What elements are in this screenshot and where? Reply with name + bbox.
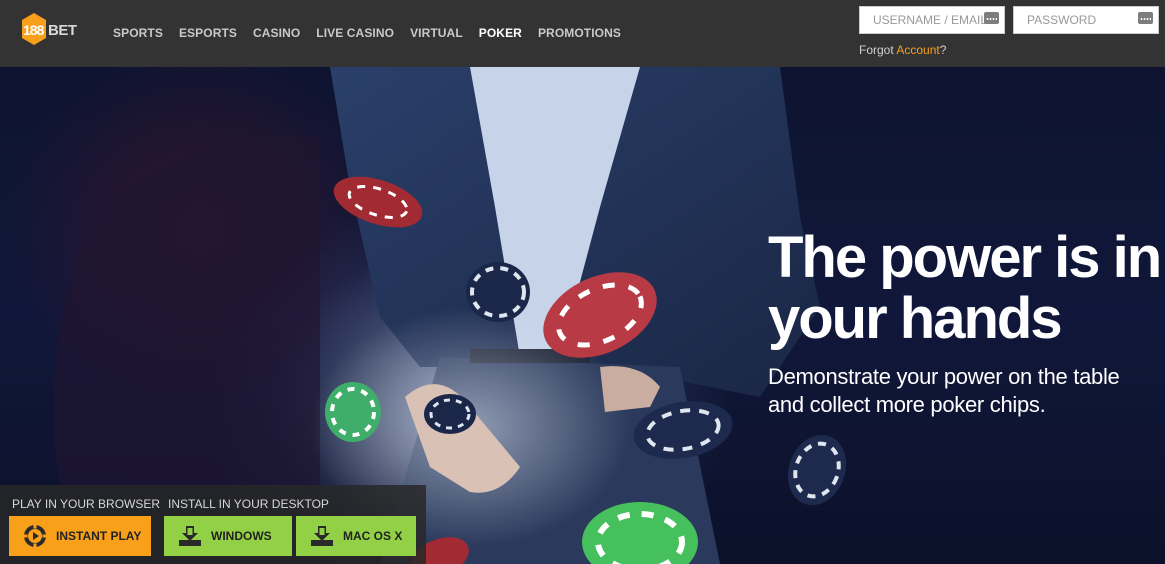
svg-text:188: 188 [23,22,45,38]
hero-banner: The power is in your hands Demonstrate y… [0,67,1165,564]
nav-promotions[interactable]: PROMOTIONS [538,26,621,40]
forgot-account-link[interactable]: Account [896,43,939,57]
hero-headline: The power is in your hands [768,227,1165,349]
username-input[interactable] [860,7,1004,33]
forgot-account: Forgot Account? [859,43,946,57]
password-field-wrapper [1013,6,1159,34]
poker-chip-green [325,382,381,442]
poker-chip-navy-small [424,394,476,434]
nav-poker[interactable]: POKER [479,26,522,40]
download-icon [179,526,201,546]
password-input[interactable] [1014,7,1158,33]
mac-download-button[interactable]: MAC OS X [296,516,416,556]
headline-line-2: your hands [768,286,1063,351]
password-manager-icon[interactable] [984,12,999,24]
instant-play-button[interactable]: INSTANT PLAY [9,516,151,556]
subline-line-1: Demonstrate your power on the table [768,364,1120,389]
poker-chip-navy-far [787,434,847,506]
windows-download-button[interactable]: WINDOWS [164,516,292,556]
instant-play-label: INSTANT PLAY [56,529,142,543]
top-header: 188 BET SPORTS ESPORTS CASINO LIVE CASIN… [0,0,1165,67]
poker-chip-play-icon [23,524,47,548]
poker-chip-navy [466,262,530,322]
main-nav: SPORTS ESPORTS CASINO LIVE CASINO VIRTUA… [113,26,637,40]
password-manager-icon[interactable] [1138,12,1153,24]
nav-sports[interactable]: SPORTS [113,26,163,40]
browser-label: PLAY IN YOUR BROWSER [12,497,161,511]
mac-label: MAC OS X [343,529,403,543]
subline-line-2: and collect more poker chips. [768,392,1046,417]
nav-casino[interactable]: CASINO [253,26,300,40]
brand-logo[interactable]: 188 BET [20,12,86,52]
download-icon [311,526,333,546]
windows-label: WINDOWS [211,529,272,543]
nav-virtual[interactable]: VIRTUAL [410,26,463,40]
nav-live-casino[interactable]: LIVE CASINO [316,26,394,40]
hero-subline: Demonstrate your power on the table and … [768,363,1165,419]
forgot-suffix: ? [939,43,947,57]
nav-esports[interactable]: ESPORTS [179,26,237,40]
download-panel: PLAY IN YOUR BROWSER INSTALL IN YOUR DES… [0,485,426,564]
svg-text:BET: BET [48,22,77,39]
username-field-wrapper [859,6,1005,34]
forgot-prefix: Forgot [859,43,894,57]
desktop-label: INSTALL IN YOUR DESKTOP [168,497,329,511]
headline-line-1: The power is in [768,225,1162,290]
